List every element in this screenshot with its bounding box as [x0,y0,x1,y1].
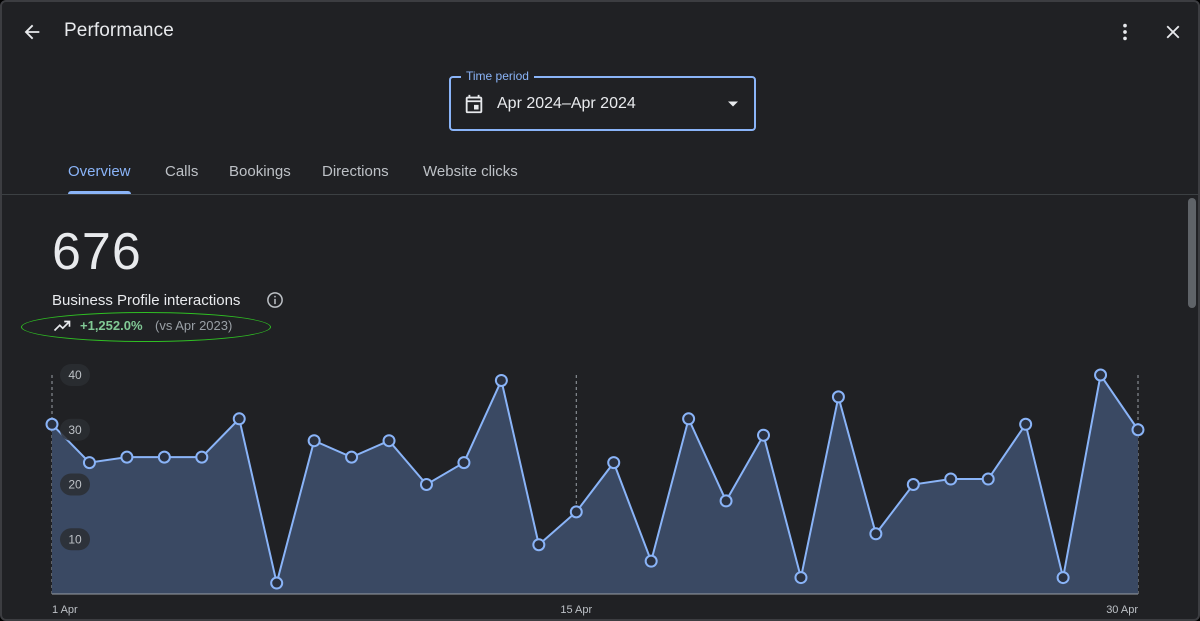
change-percentage: +1,252.0% [80,318,143,333]
chart-data-point [45,417,59,431]
chart-data-point [906,478,920,491]
more-options-button[interactable] [1111,18,1139,46]
info-icon[interactable] [266,291,284,309]
time-period-value: Apr 2024–Apr 2024 [497,95,636,112]
active-tab-indicator [68,191,131,194]
chart-data-point [195,450,209,464]
arrow-back-icon [24,24,40,40]
chart-x-tick-label: 15 Apr [560,604,592,616]
more-vert-icon [1123,23,1127,41]
chart-data-point [82,456,96,470]
tab-overview[interactable]: Overview [68,163,131,180]
close-icon [1166,25,1180,39]
close-button[interactable] [1159,18,1187,46]
chart-x-tick-label: 30 Apr [1106,604,1138,616]
chart-data-point [532,538,546,552]
chart-data-point [569,505,583,519]
chart-data-point [757,428,771,442]
chart-data-point [1131,423,1145,437]
time-period-select[interactable]: Time period Apr 2024–Apr 2024 [449,69,756,131]
scroll-thumb[interactable] [1188,198,1196,308]
chart-data-point [494,373,508,387]
chart-data-point [644,554,658,568]
chart-data-point [345,450,359,464]
chart-data-point [981,472,995,486]
chart-data-point [607,456,621,470]
chart-data-point [382,434,396,448]
chart-data-point [682,412,696,426]
time-period-label: Time period [461,69,534,83]
performance-window: Performance Time period Apr 2024–Apr 202… [0,0,1200,621]
chart-data-point [157,450,171,464]
chart-data-point [270,576,284,590]
tab-directions[interactable]: Directions [322,163,389,180]
chart-data-point [869,527,883,541]
chart-data-point [719,494,733,508]
metric-label: Business Profile interactions [52,292,241,309]
dropdown-arrow-icon [728,101,738,107]
chart-y-tick-label: 30 [68,423,82,437]
vertical-scrollbar[interactable] [1188,198,1196,608]
tab-website-clicks[interactable]: Website clicks [423,163,518,180]
chart-y-tick-label: 20 [68,478,82,492]
chart-data-point [307,434,321,448]
chart-data-point [120,450,134,464]
change-comparison: (vs Apr 2023) [155,318,233,333]
chart-data-point [1056,571,1070,585]
chart-data-point [232,412,246,426]
tab-bookings[interactable]: Bookings [229,163,291,180]
tab-calls[interactable]: Calls [165,163,198,180]
chart-y-tick-label: 40 [68,368,82,382]
chart-data-point [419,478,433,491]
interactions-chart: 10 20 30 40 1 Apr 15 Apr 30 Apr [45,364,1145,616]
total-interactions-value: 676 [52,223,142,281]
chart-data-point [1019,417,1033,431]
title-bar: Performance [2,2,1198,62]
chart-data-point [457,456,471,470]
chart-data-point [1094,368,1108,382]
chart-data-point [794,571,808,585]
chart-x-tick-label: 1 Apr [52,604,78,616]
tab-bar: Overview Calls Bookings Directions Websi… [2,148,1198,195]
page-title: Performance [64,20,174,41]
chart-data-point [944,472,958,486]
chart-y-tick-label: 10 [68,532,82,546]
chart-data-point [831,390,845,404]
back-button[interactable] [18,18,46,46]
chart-area-fill [52,375,1138,594]
trending-up-icon [53,320,71,332]
calendar-icon [465,94,483,114]
